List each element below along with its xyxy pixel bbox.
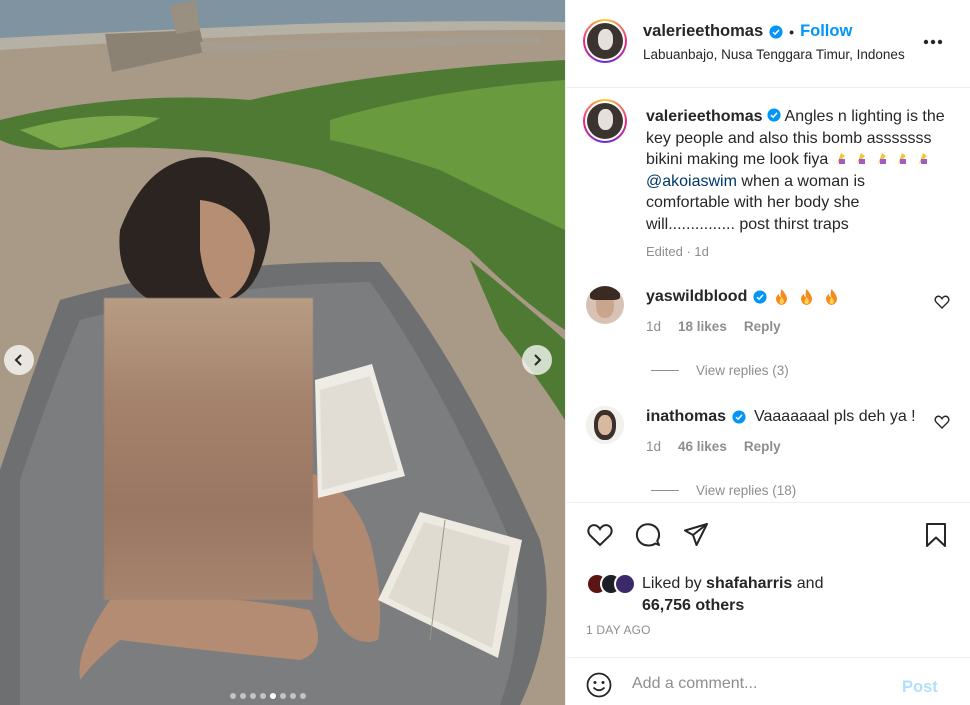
verified-badge-icon <box>732 410 746 424</box>
post-location[interactable]: Labuanbajo, Nusa Tenggara Timur, Indones… <box>643 47 905 62</box>
comment-likes[interactable]: 46 likes <box>678 439 727 454</box>
more-options-button[interactable] <box>921 30 945 54</box>
emoji-smiley-icon[interactable] <box>586 672 612 698</box>
carousel-prev-button[interactable] <box>4 345 34 375</box>
comment-item: inathomas Vaaaaaaal pls deh ya ! 1d 46 l… <box>566 406 970 502</box>
fire-emoji-icon <box>801 289 813 305</box>
carousel-dot <box>280 693 286 699</box>
commenter-avatar[interactable] <box>586 406 624 444</box>
verified-badge-icon <box>767 108 781 122</box>
reply-button[interactable]: Reply <box>744 319 781 334</box>
carousel-dot <box>240 693 246 699</box>
liker-avatar[interactable] <box>614 573 636 595</box>
post-comment-button[interactable]: Post <box>902 678 938 697</box>
post-actions: Liked by shafaharris and 66,756 others 1… <box>566 502 970 657</box>
header-separator: • <box>789 23 795 40</box>
comment-input[interactable] <box>632 670 892 698</box>
share-paper-plane-icon[interactable] <box>682 521 710 549</box>
post-date[interactable]: 1 DAY AGO <box>586 623 651 637</box>
comment-meta: 1d 18 likes Reply <box>646 319 781 334</box>
view-replies-button[interactable]: View replies (18) <box>651 483 796 498</box>
caption: valerieethomas Angles n lighting is the … <box>646 106 946 235</box>
caption-avatar[interactable] <box>583 99 627 143</box>
carousel-dots <box>230 693 306 699</box>
comment-like-heart-icon[interactable] <box>934 294 950 310</box>
carousel-dot <box>290 693 296 699</box>
verified-badge-icon <box>753 290 767 304</box>
liked-by-prefix: Liked by <box>642 575 702 592</box>
reply-button[interactable]: Reply <box>744 439 781 454</box>
liked-by-user[interactable]: shafaharris <box>706 575 792 592</box>
comment-item: yaswildblood 1d 18 likes Reply View repl… <box>566 286 970 406</box>
fire-emoji-icon <box>776 289 788 305</box>
caption-edited-time: Edited · 1d <box>646 244 709 259</box>
liked-by-row: Liked by shafaharris and 66,756 others <box>586 573 823 617</box>
author-avatar[interactable] <box>583 19 627 63</box>
replies-divider-line <box>651 370 679 371</box>
nail-polish-emoji-icon <box>918 153 927 164</box>
caption-mention-link[interactable]: @akoiaswim <box>646 173 737 190</box>
carousel-dot <box>250 693 256 699</box>
nail-polish-emoji-icon <box>898 153 907 164</box>
commenter-username[interactable]: yaswildblood <box>646 288 747 306</box>
comment-meta: 1d 46 likes Reply <box>646 439 781 454</box>
view-replies-label: View replies (3) <box>696 363 789 378</box>
more-horizontal-icon <box>923 39 943 45</box>
carousel-dot <box>230 693 236 699</box>
comment-age[interactable]: 1d <box>646 439 661 454</box>
comment-age[interactable]: 1d <box>646 319 661 334</box>
commenter-username[interactable]: inathomas <box>646 408 726 426</box>
like-heart-icon[interactable] <box>586 521 614 549</box>
add-comment-bar: Post <box>566 657 970 705</box>
commenter-avatar[interactable] <box>586 286 624 324</box>
verified-badge-icon <box>769 24 783 39</box>
carousel-dot-active <box>270 693 276 699</box>
view-replies-label: View replies (18) <box>696 483 797 498</box>
fire-emoji-icon <box>826 289 838 305</box>
replies-divider-line <box>651 490 679 491</box>
view-replies-button[interactable]: View replies (3) <box>651 363 789 378</box>
nail-polish-emoji-icon <box>857 153 866 164</box>
nail-polish-emoji-icon <box>836 153 845 164</box>
likes-count-link[interactable]: 66,756 others <box>642 597 744 614</box>
author-username[interactable]: valerieethomas <box>643 22 763 41</box>
carousel-next-button[interactable] <box>522 345 552 375</box>
comments-section: valerieethomas Angles n lighting is the … <box>566 88 970 502</box>
comment-like-heart-icon[interactable] <box>934 414 950 430</box>
post-side-panel: valerieethomas • Follow Labuanbajo, Nusa… <box>565 0 970 705</box>
post-header: valerieethomas • Follow Labuanbajo, Nusa… <box>566 0 970 88</box>
chevron-right-icon <box>534 354 542 366</box>
censor-blur <box>104 298 313 600</box>
post-photo[interactable] <box>0 0 565 705</box>
comment-body: yaswildblood <box>646 288 838 306</box>
chevron-left-icon <box>14 354 22 366</box>
carousel-dot <box>300 693 306 699</box>
liked-by-text: Liked by shafaharris and 66,756 others <box>642 573 823 617</box>
liked-by-and: and <box>796 575 824 592</box>
comment-likes[interactable]: 18 likes <box>678 319 727 334</box>
comment-body: inathomas Vaaaaaaal pls deh ya ! <box>646 408 916 426</box>
comment-text: Vaaaaaaal pls deh ya ! <box>754 408 916 425</box>
author-line: valerieethomas • Follow <box>643 22 852 41</box>
comment-bubble-icon[interactable] <box>634 521 662 549</box>
carousel-dot <box>260 693 266 699</box>
caption-username[interactable]: valerieethomas <box>646 108 763 125</box>
save-bookmark-icon[interactable] <box>922 521 950 549</box>
follow-button[interactable]: Follow <box>800 22 852 41</box>
nail-polish-emoji-icon <box>877 153 886 164</box>
